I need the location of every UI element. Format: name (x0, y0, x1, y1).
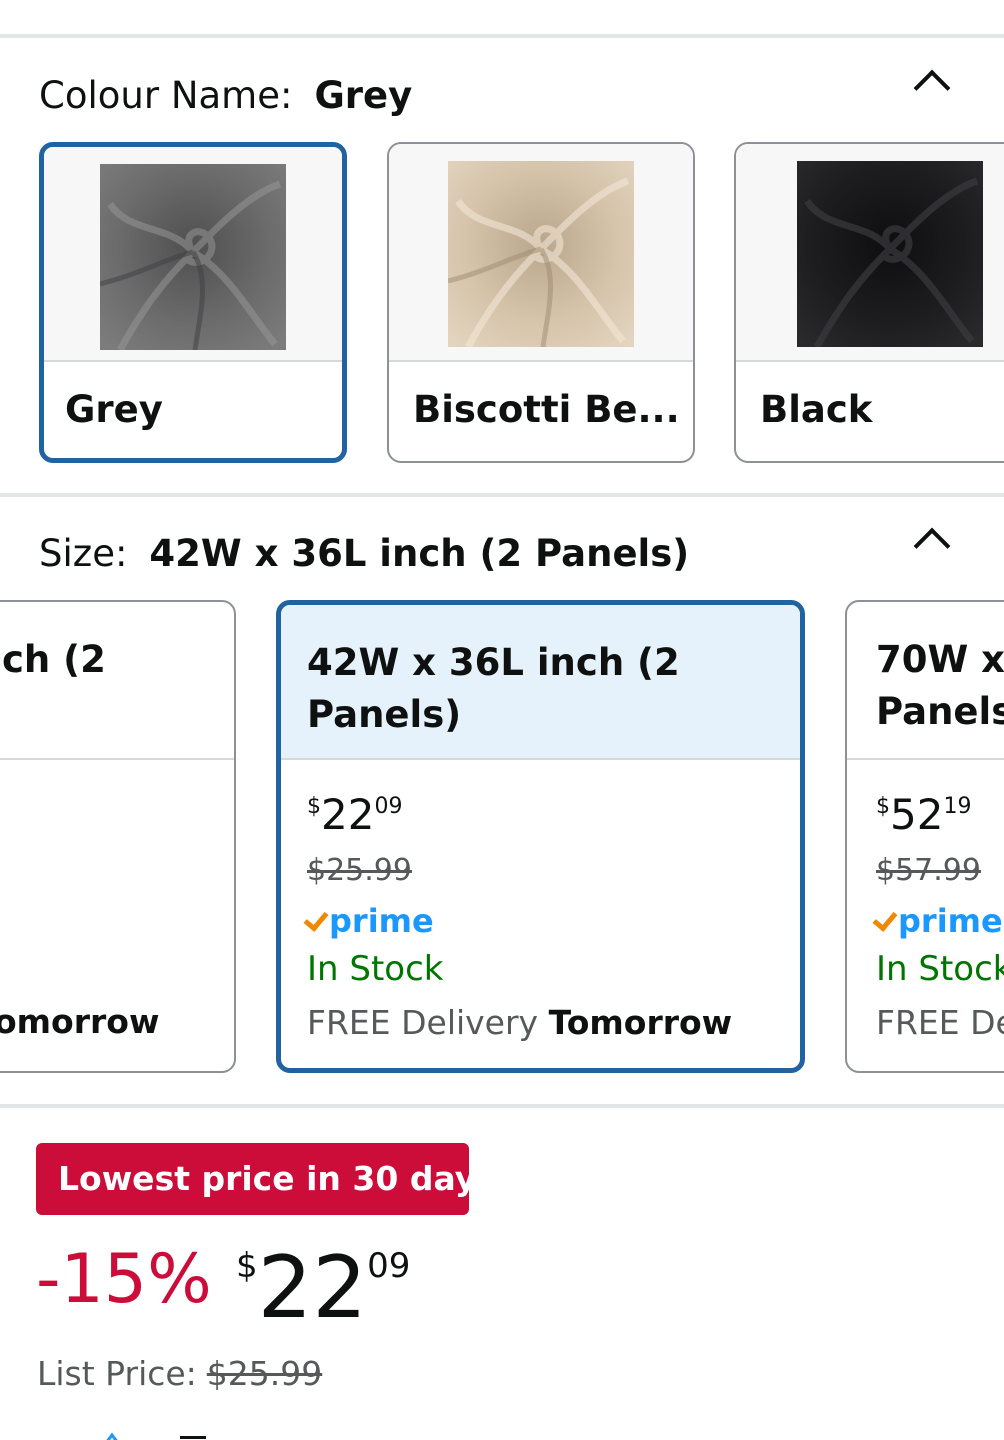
prime-badge: prime (872, 902, 1003, 940)
price-whole: 22 (257, 1238, 368, 1338)
collapse-colour-icon[interactable] (913, 69, 951, 107)
delivery-text: FREE Delivery Tomorrow (307, 1003, 732, 1042)
size-option-head: 70W x Panels) (847, 602, 1004, 760)
swatch-image-area (44, 147, 342, 362)
size-option-title: 70W x Panels) (876, 638, 1004, 733)
fabric-swirl-image (797, 161, 983, 347)
option-list-price: $57.99 (876, 853, 981, 888)
section-divider (0, 1104, 1004, 1108)
cutoff-icon (104, 1428, 120, 1440)
list-price: List Price: $25.99 (37, 1354, 322, 1393)
size-option-card-selected[interactable]: 42W x 36L inch (2 Panels) $2209 $25.99 p… (276, 600, 805, 1073)
option-price: $5219 (876, 790, 971, 839)
delivery-day: Tomorrow (548, 1003, 733, 1042)
colour-swatch-grey[interactable]: Grey (39, 142, 347, 463)
delivery-text: FREE De (876, 1003, 1004, 1042)
top-divider (0, 34, 1004, 38)
price-fraction: 09 (374, 794, 403, 819)
size-option-card[interactable]: 70W x Panels) $5219 $57.99 prime In Stoc… (845, 600, 1004, 1073)
size-option-title: 42W x 36L inch (2 Panels) (307, 641, 680, 736)
option-price: $2209 (307, 790, 402, 839)
size-header: Size: 42W x 36L inch (2 Panels) (39, 532, 689, 576)
lowest-price-badge: Lowest price in 30 days (36, 1143, 496, 1215)
fabric-swirl-image (448, 161, 634, 347)
prime-check-icon (872, 906, 898, 932)
colour-label: Colour Name: (39, 74, 293, 117)
collapse-size-icon[interactable] (913, 527, 951, 565)
colour-selected-value: Grey (314, 74, 413, 117)
swatch-image-area (736, 144, 1004, 362)
swatch-label: Grey (65, 388, 163, 431)
fabric-swirl-image (100, 164, 286, 350)
price-whole: 52 (890, 790, 944, 839)
size-selected-value: 42W x 36L inch (2 Panels) (149, 532, 690, 575)
price-fraction: 19 (943, 794, 972, 819)
colour-swatch-black[interactable]: Black (734, 142, 1004, 463)
prime-badge: prime (303, 902, 434, 940)
list-price-value: $25.99 (206, 1354, 323, 1393)
size-option-head: ch (2 (0, 602, 234, 760)
current-price: $2209 (236, 1238, 410, 1338)
swatch-label: Biscotti Be... (413, 388, 680, 431)
swatch-label: Black (760, 388, 873, 431)
stock-status: In Stock (876, 949, 1004, 989)
price-symbol: $ (876, 794, 890, 819)
price-symbol: $ (236, 1246, 258, 1286)
prime-word: prime (329, 902, 434, 940)
price-symbol: $ (307, 794, 321, 819)
size-option-title: ch (2 (2, 638, 106, 681)
section-divider (0, 493, 1004, 497)
size-label: Size: (39, 532, 128, 575)
list-price-label: List Price: (37, 1354, 197, 1393)
delivery-day: omorrow (0, 1002, 160, 1041)
product-options-page: Colour Name: Grey Grey Biscotti Be... Bl… (0, 0, 1004, 1440)
price-fraction: 09 (367, 1246, 411, 1286)
prime-check-icon (303, 906, 329, 932)
colour-header: Colour Name: Grey (39, 74, 412, 118)
discount-percent: -15% (36, 1240, 212, 1319)
delivery-prefix: FREE Delivery (307, 1003, 539, 1042)
price-whole: 22 (321, 790, 375, 839)
cutoff-text (180, 1428, 206, 1440)
colour-swatch-biscotti[interactable]: Biscotti Be... (387, 142, 695, 463)
option-list-price: $25.99 (307, 853, 412, 888)
size-option-head: 42W x 36L inch (2 Panels) (281, 605, 800, 760)
size-option-card[interactable]: ch (2 omorrow (0, 600, 236, 1073)
delivery-text: omorrow (0, 1002, 159, 1041)
swatch-image-area (389, 144, 693, 362)
stock-status: In Stock (307, 949, 444, 989)
prime-word: prime (898, 902, 1003, 940)
